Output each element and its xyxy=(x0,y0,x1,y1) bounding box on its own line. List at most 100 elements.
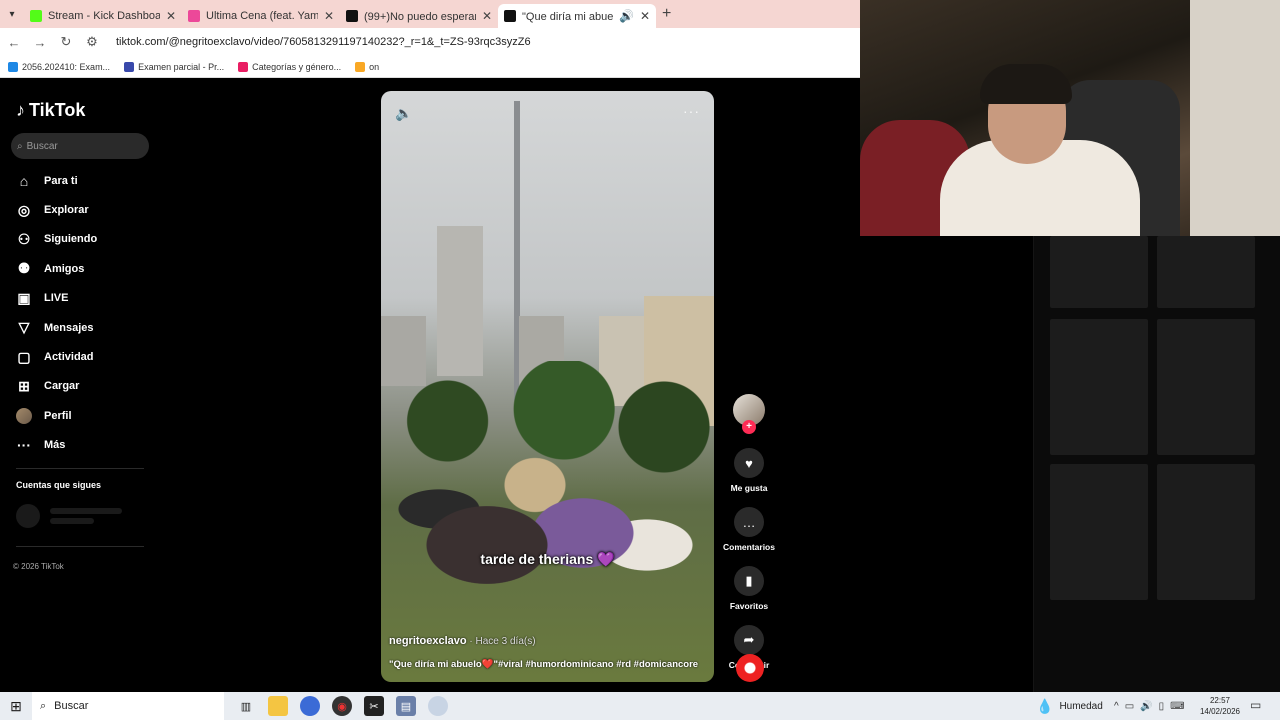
tiktok-sidebar: ♪ TikTok ⌕ Buscar ⌂ Para ti ◎ Explorar ⚇ Si… xyxy=(0,80,160,692)
notifications-icon[interactable]: ▭ xyxy=(1250,698,1261,712)
video-posted-time: · Hace 3 día(s) xyxy=(466,636,536,647)
following-icon: ⚇ xyxy=(17,230,31,247)
tiktok-favicon-icon xyxy=(504,10,516,22)
volume-icon[interactable]: 🔊 xyxy=(1140,701,1152,712)
sidebar-item-label: Actividad xyxy=(44,351,94,364)
capcut-icon[interactable]: ✂ xyxy=(364,696,384,716)
notepad-icon[interactable]: ▤ xyxy=(396,696,416,716)
webcam-overlay xyxy=(860,0,1280,236)
sidebar-item-label: Más xyxy=(44,439,66,452)
bookmark-icon: ▮ xyxy=(734,566,764,596)
skeleton-card xyxy=(1050,236,1148,308)
tray-chevron-icon[interactable]: ^ xyxy=(1114,701,1119,712)
video-caption-overlay: tarde de therians 💜 xyxy=(480,551,615,567)
favorites-button[interactable]: ▮ Favoritos xyxy=(726,566,772,611)
following-accounts-title: Cuentas que sigues xyxy=(16,480,102,490)
kick-favicon-icon xyxy=(30,10,42,22)
sidebar-item-label: Siguiendo xyxy=(44,233,98,246)
sidebar-item-actividad[interactable]: ▢ Actividad xyxy=(16,342,156,371)
tab-music[interactable]: Ultima Cena (feat. Yama Make ✕ xyxy=(182,4,340,28)
comments-button[interactable]: … Comentarios xyxy=(723,507,775,552)
reload-icon[interactable]: ↻ xyxy=(58,34,74,50)
video-author[interactable]: negritoexclavo · Hace 3 día(s) xyxy=(389,635,536,647)
forward-icon[interactable]: → xyxy=(32,35,48,50)
bookmark-item[interactable]: on xyxy=(355,61,380,72)
sidebar-item-cargar[interactable]: ⊞ Cargar xyxy=(16,372,156,401)
tiktok-logo[interactable]: ♪ TikTok xyxy=(16,100,85,121)
new-tab-button[interactable]: + xyxy=(662,5,671,23)
screen: ▾ Stream - Kick Dashboard ✕ Ultima Cena … xyxy=(0,0,1280,720)
messages-icon: ▽ xyxy=(18,319,30,336)
like-button[interactable]: ♥ Me gusta xyxy=(726,448,772,493)
bookmark-item[interactable]: Examen parcial - Pr... xyxy=(124,61,224,72)
more-options-icon[interactable]: ··· xyxy=(683,103,700,119)
sidebar-item-label: Cargar xyxy=(44,380,80,393)
creator-avatar[interactable]: + xyxy=(733,394,765,434)
close-tab-icon[interactable]: ✕ xyxy=(166,9,176,23)
clock-date: 14/02/2026 xyxy=(1199,707,1241,716)
weather-widget[interactable]: 💧 Humedad xyxy=(1036,692,1103,720)
network-icon[interactable]: ▭ xyxy=(1125,701,1134,712)
bookmark-label: on xyxy=(369,61,380,72)
browser-tab-bar: ▾ Stream - Kick Dashboard ✕ Ultima Cena … xyxy=(0,0,860,28)
tab-search-menu-icon[interactable]: ▾ xyxy=(0,0,24,28)
back-icon[interactable]: ← xyxy=(6,35,22,50)
search-placeholder: Buscar xyxy=(26,140,58,152)
bookmark-item[interactable]: 2056.202410: Exam... xyxy=(8,61,111,72)
divider xyxy=(16,546,144,547)
sidebar-item-perfil[interactable]: Perfil xyxy=(16,401,156,430)
sidebar-item-label: Explorar xyxy=(44,204,89,217)
search-input[interactable]: ⌕ Buscar xyxy=(11,133,149,159)
close-tab-icon[interactable]: ✕ xyxy=(482,9,492,23)
sidebar-item-amigos[interactable]: ⚉ Amigos xyxy=(16,254,156,283)
tab-label: Stream - Kick Dashboard xyxy=(48,10,160,22)
url-field[interactable]: tiktok.com/@negritoexclavo/video/7605813… xyxy=(116,36,531,48)
skeleton-avatar xyxy=(16,504,40,528)
skeleton-card xyxy=(1050,464,1148,600)
tab-kick-dashboard[interactable]: Stream - Kick Dashboard ✕ xyxy=(24,4,182,28)
volume-icon[interactable]: 🔈 xyxy=(395,105,412,122)
sidebar-item-mas[interactable]: ··· Más xyxy=(16,431,156,460)
battery-icon[interactable]: ▯ xyxy=(1159,701,1165,712)
bookmark-favicon-icon xyxy=(8,61,18,72)
tab-tiktok-1[interactable]: (99+)No puedo esperar más 😍 ✕ xyxy=(340,4,498,28)
profile-avatar xyxy=(16,407,32,424)
taskbar-clock[interactable]: 22:57 14/02/2026 xyxy=(1196,695,1244,717)
search-icon: ⌕ xyxy=(40,699,47,712)
sidebar-item-label: LIVE xyxy=(44,292,69,305)
bookmark-item[interactable]: Categorías y género... xyxy=(238,61,342,72)
music-disc-icon[interactable] xyxy=(736,654,764,682)
sidebar-item-siguiendo[interactable]: ⚇ Siguiendo xyxy=(16,225,156,254)
close-tab-icon[interactable]: ✕ xyxy=(324,9,334,23)
speaker-icon[interactable]: 🔊 xyxy=(619,9,634,23)
music-favicon-icon xyxy=(188,10,200,22)
chrome-icon[interactable] xyxy=(300,696,320,716)
sidebar-item-label: Amigos xyxy=(44,262,85,275)
app-icon[interactable] xyxy=(428,696,448,716)
skeleton-card xyxy=(1157,319,1255,455)
bookmark-label: 2056.202410: Exam... xyxy=(22,61,111,72)
follow-plus-icon[interactable]: + xyxy=(742,420,756,434)
windows-start-icon[interactable]: ⊞ xyxy=(0,692,32,720)
tab-tiktok-active[interactable]: "Que diría mi abuelo❤️"#v 🔊 ✕ xyxy=(498,4,656,28)
skeleton-card xyxy=(1157,236,1255,308)
file-explorer-icon[interactable] xyxy=(268,696,288,716)
activity-icon: ▢ xyxy=(17,348,31,365)
video-player[interactable]: 🔈 ··· tarde de therians 💜 negritoexclavo… xyxy=(381,91,714,682)
keyboard-icon[interactable]: ⌨ xyxy=(1170,701,1184,712)
task-view-icon[interactable]: ▥ xyxy=(236,696,256,716)
cam-wall xyxy=(1190,0,1280,236)
tiktok-note-icon: ♪ xyxy=(16,100,25,120)
sidebar-item-live[interactable]: ▣ LIVE xyxy=(16,284,156,313)
video-username[interactable]: negritoexclavo xyxy=(389,635,467,647)
site-info-icon[interactable]: ⚙ xyxy=(84,34,100,50)
sidebar-item-explorar[interactable]: ◎ Explorar xyxy=(16,195,156,224)
close-tab-icon[interactable]: ✕ xyxy=(640,9,650,23)
bookmark-label: Categorías y género... xyxy=(252,61,342,72)
crowd xyxy=(391,401,711,641)
sidebar-item-para-ti[interactable]: ⌂ Para ti xyxy=(16,166,156,195)
obs-icon[interactable]: ◉ xyxy=(332,696,352,716)
sidebar-item-mensajes[interactable]: ▽ Mensajes xyxy=(16,313,156,342)
taskbar-search[interactable]: ⌕ Buscar xyxy=(32,692,224,720)
cam-person-hair xyxy=(980,64,1072,104)
